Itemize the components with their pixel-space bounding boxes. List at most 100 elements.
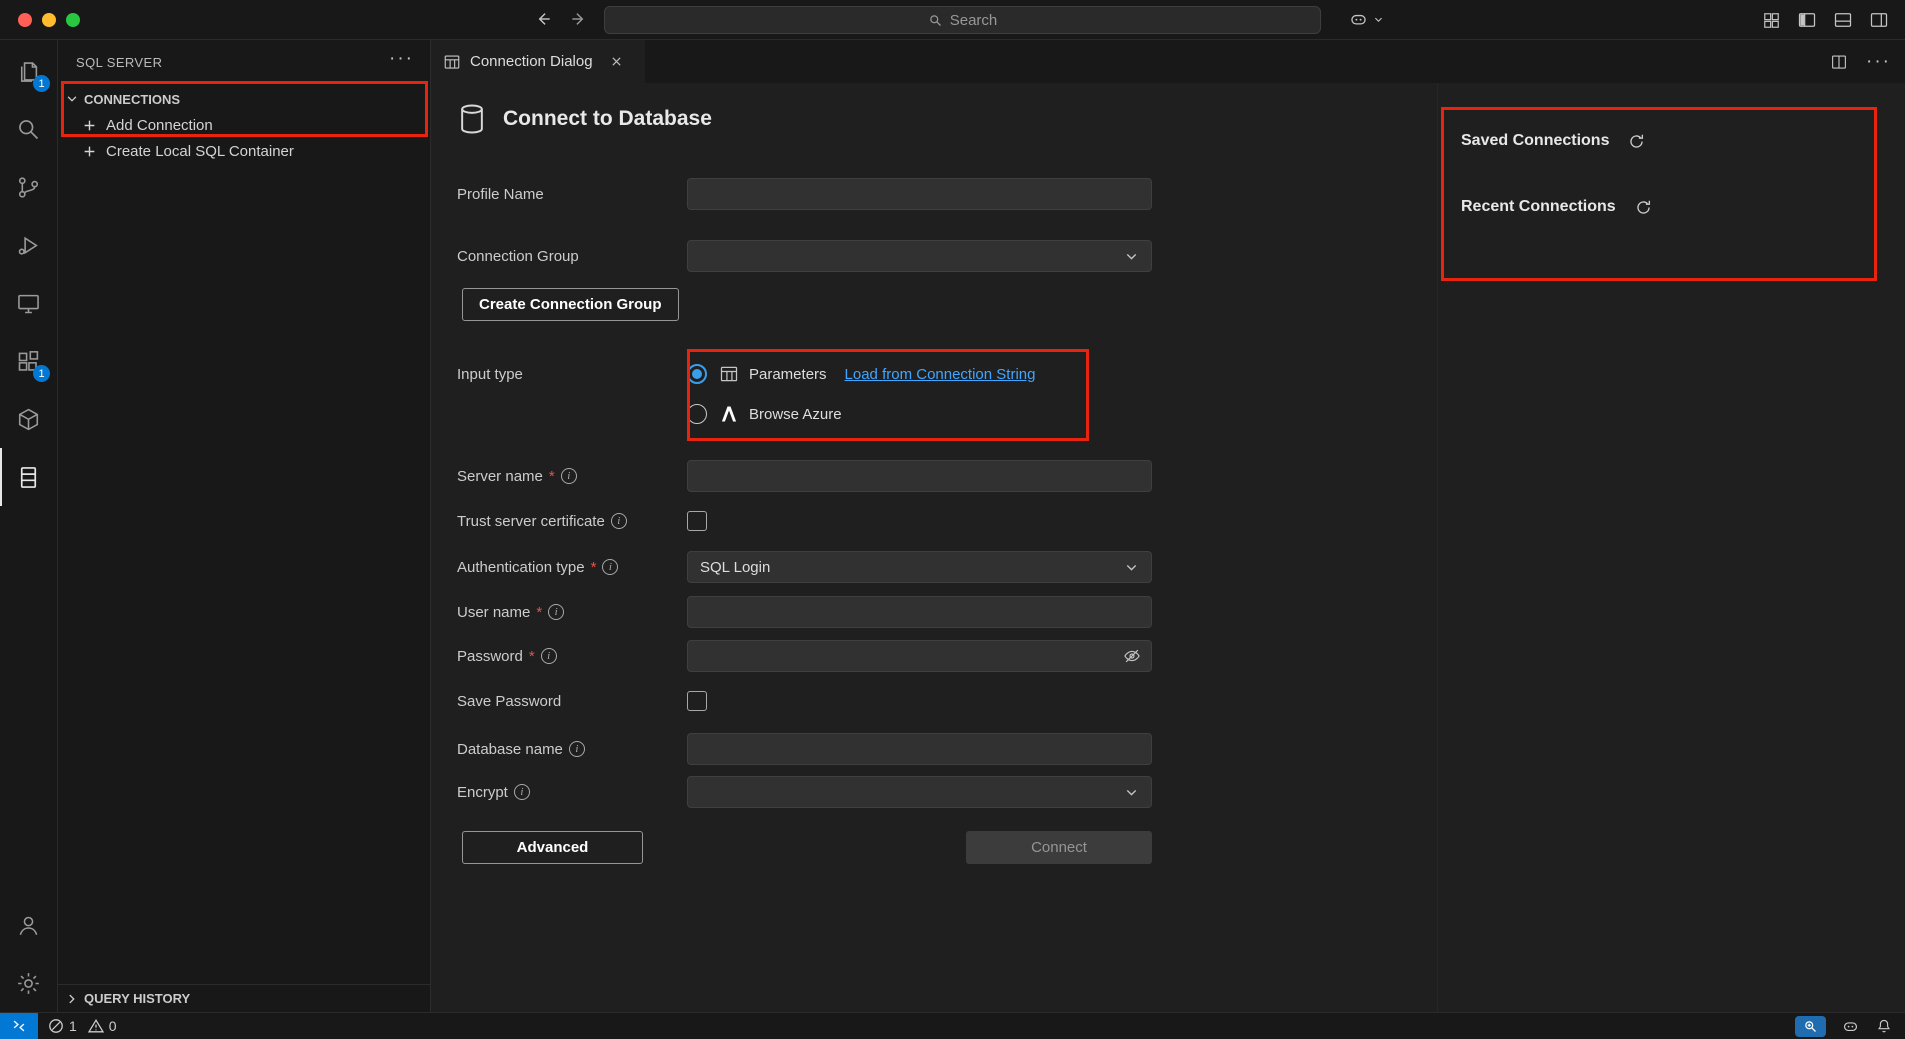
database-name-input[interactable] — [687, 733, 1152, 765]
info-icon[interactable]: i — [611, 513, 627, 529]
activity-item-sql-server[interactable] — [0, 448, 57, 506]
parameters-radio[interactable] — [687, 364, 707, 384]
profile-name-label: Profile Name — [457, 186, 687, 203]
refresh-icon[interactable] — [1627, 132, 1646, 151]
save-password-label: Save Password — [457, 693, 687, 710]
sidebar-item-create-local-sql-container[interactable]: Create Local SQL Container — [58, 138, 430, 164]
sidebar-title: SQL SERVER — [76, 55, 162, 70]
extensions-badge: 1 — [33, 365, 50, 382]
toggle-panel-icon[interactable] — [1833, 10, 1853, 30]
refresh-icon[interactable] — [1634, 198, 1653, 217]
profile-name-input[interactable] — [687, 178, 1152, 210]
activity-item-settings[interactable] — [0, 954, 57, 1012]
problems-status[interactable]: 1 0 — [48, 1013, 123, 1039]
activity-bar: 1 1 — [0, 40, 58, 1012]
sql-server-icon — [15, 464, 42, 491]
parameters-option-label: Parameters — [749, 366, 827, 383]
package-icon — [15, 406, 42, 433]
close-icon[interactable] — [610, 55, 623, 68]
section-header-connections[interactable]: CONNECTIONS — [58, 86, 430, 112]
load-from-connection-string-link[interactable]: Load from Connection String — [845, 366, 1036, 383]
save-password-checkbox[interactable] — [687, 691, 707, 711]
user-name-input[interactable] — [687, 596, 1152, 628]
search-placeholder: Search — [950, 12, 998, 29]
trust-server-certificate-checkbox[interactable] — [687, 511, 707, 531]
bell-icon[interactable] — [1875, 1017, 1893, 1035]
sidebar-more-actions[interactable]: ··· — [389, 48, 414, 70]
eye-off-icon[interactable] — [1122, 646, 1142, 666]
password-input[interactable] — [687, 640, 1152, 672]
activity-item-run-debug[interactable] — [0, 216, 57, 274]
command-center-search[interactable]: Search — [604, 6, 1321, 34]
server-name-input[interactable] — [687, 460, 1152, 492]
editor-more-actions[interactable]: ··· — [1866, 51, 1891, 73]
copilot-menu[interactable] — [1348, 9, 1384, 30]
trust-server-certificate-label: Trust server certificate i — [457, 513, 687, 530]
remote-indicator[interactable] — [0, 1013, 38, 1039]
browse-azure-radio[interactable] — [687, 404, 707, 424]
window-controls — [18, 13, 80, 27]
authentication-type-label: Authentication type* i — [457, 559, 687, 576]
panel-divider — [1437, 83, 1438, 1012]
toggle-sidebar-icon[interactable] — [1797, 10, 1817, 30]
copilot-status-icon[interactable] — [1841, 1017, 1860, 1036]
info-icon[interactable]: i — [548, 604, 564, 620]
encrypt-label: Encrypt i — [457, 784, 687, 801]
navigate-forward-icon[interactable] — [569, 9, 589, 29]
activity-item-remote-explorer[interactable] — [0, 274, 57, 332]
activity-item-explorer[interactable]: 1 — [0, 42, 57, 100]
tab-connection-dialog[interactable]: Connection Dialog — [431, 40, 645, 83]
password-label: Password* i — [457, 648, 687, 665]
saved-connections-header: Saved Connections — [1461, 129, 1646, 153]
connection-group-select[interactable] — [687, 240, 1152, 272]
activity-item-accounts[interactable] — [0, 896, 57, 954]
customize-layout-icon[interactable] — [1762, 11, 1781, 30]
create-connection-group-button[interactable]: Create Connection Group — [462, 288, 679, 321]
connection-dialog-webview: Connect to Database Profile Name Connect… — [431, 83, 1905, 1012]
user-name-label: User name* i — [457, 604, 687, 621]
error-count: 1 — [69, 1018, 77, 1034]
window-close-button[interactable] — [18, 13, 32, 27]
connect-button[interactable]: Connect — [966, 831, 1152, 864]
activity-item-source-control[interactable] — [0, 158, 57, 216]
sidebar-item-add-connection[interactable]: Add Connection — [58, 112, 430, 138]
warning-count: 0 — [109, 1018, 117, 1034]
connection-dialog-icon — [443, 53, 461, 71]
window-zoom-button[interactable] — [66, 13, 80, 27]
toggle-secondary-sidebar-icon[interactable] — [1869, 10, 1889, 30]
recent-connections-header: Recent Connections — [1461, 195, 1653, 219]
chevron-down-icon — [1373, 14, 1384, 25]
section-header-query-history[interactable]: QUERY HISTORY — [58, 984, 430, 1012]
advanced-button[interactable]: Advanced — [462, 831, 643, 864]
activity-item-extensions[interactable]: 1 — [0, 332, 57, 390]
plus-icon — [82, 118, 97, 133]
input-type-label: Input type — [457, 366, 687, 383]
info-icon[interactable]: i — [541, 648, 557, 664]
encrypt-select[interactable] — [687, 776, 1152, 808]
chevron-down-icon — [1124, 249, 1139, 264]
account-icon — [15, 912, 42, 939]
run-debug-icon — [15, 232, 42, 259]
info-icon[interactable]: i — [569, 741, 585, 757]
info-icon[interactable]: i — [602, 559, 618, 575]
gear-icon — [15, 970, 42, 997]
activity-item-search[interactable] — [0, 100, 57, 158]
chevron-down-icon — [1124, 560, 1139, 575]
info-icon[interactable]: i — [514, 784, 530, 800]
split-editor-icon[interactable] — [1830, 53, 1848, 71]
navigate-back-icon[interactable] — [533, 9, 553, 29]
sidebar-sql-server: SQL SERVER ··· CONNECTIONS Add Connectio… — [58, 40, 431, 1012]
activity-item-containers[interactable] — [0, 390, 57, 448]
search-icon — [928, 13, 943, 28]
plus-icon — [82, 144, 97, 159]
chevron-right-icon — [65, 992, 79, 1006]
info-icon[interactable]: i — [561, 468, 577, 484]
window-minimize-button[interactable] — [42, 13, 56, 27]
authentication-type-select[interactable]: SQL Login — [687, 551, 1152, 583]
page-title: Connect to Database — [457, 103, 712, 135]
editor-group: Connection Dialog ··· Connect to Databas… — [431, 40, 1905, 1012]
zoom-status-button[interactable] — [1795, 1016, 1826, 1037]
database-icon — [457, 103, 487, 135]
database-name-label: Database name i — [457, 741, 687, 758]
connection-group-label: Connection Group — [457, 248, 687, 265]
